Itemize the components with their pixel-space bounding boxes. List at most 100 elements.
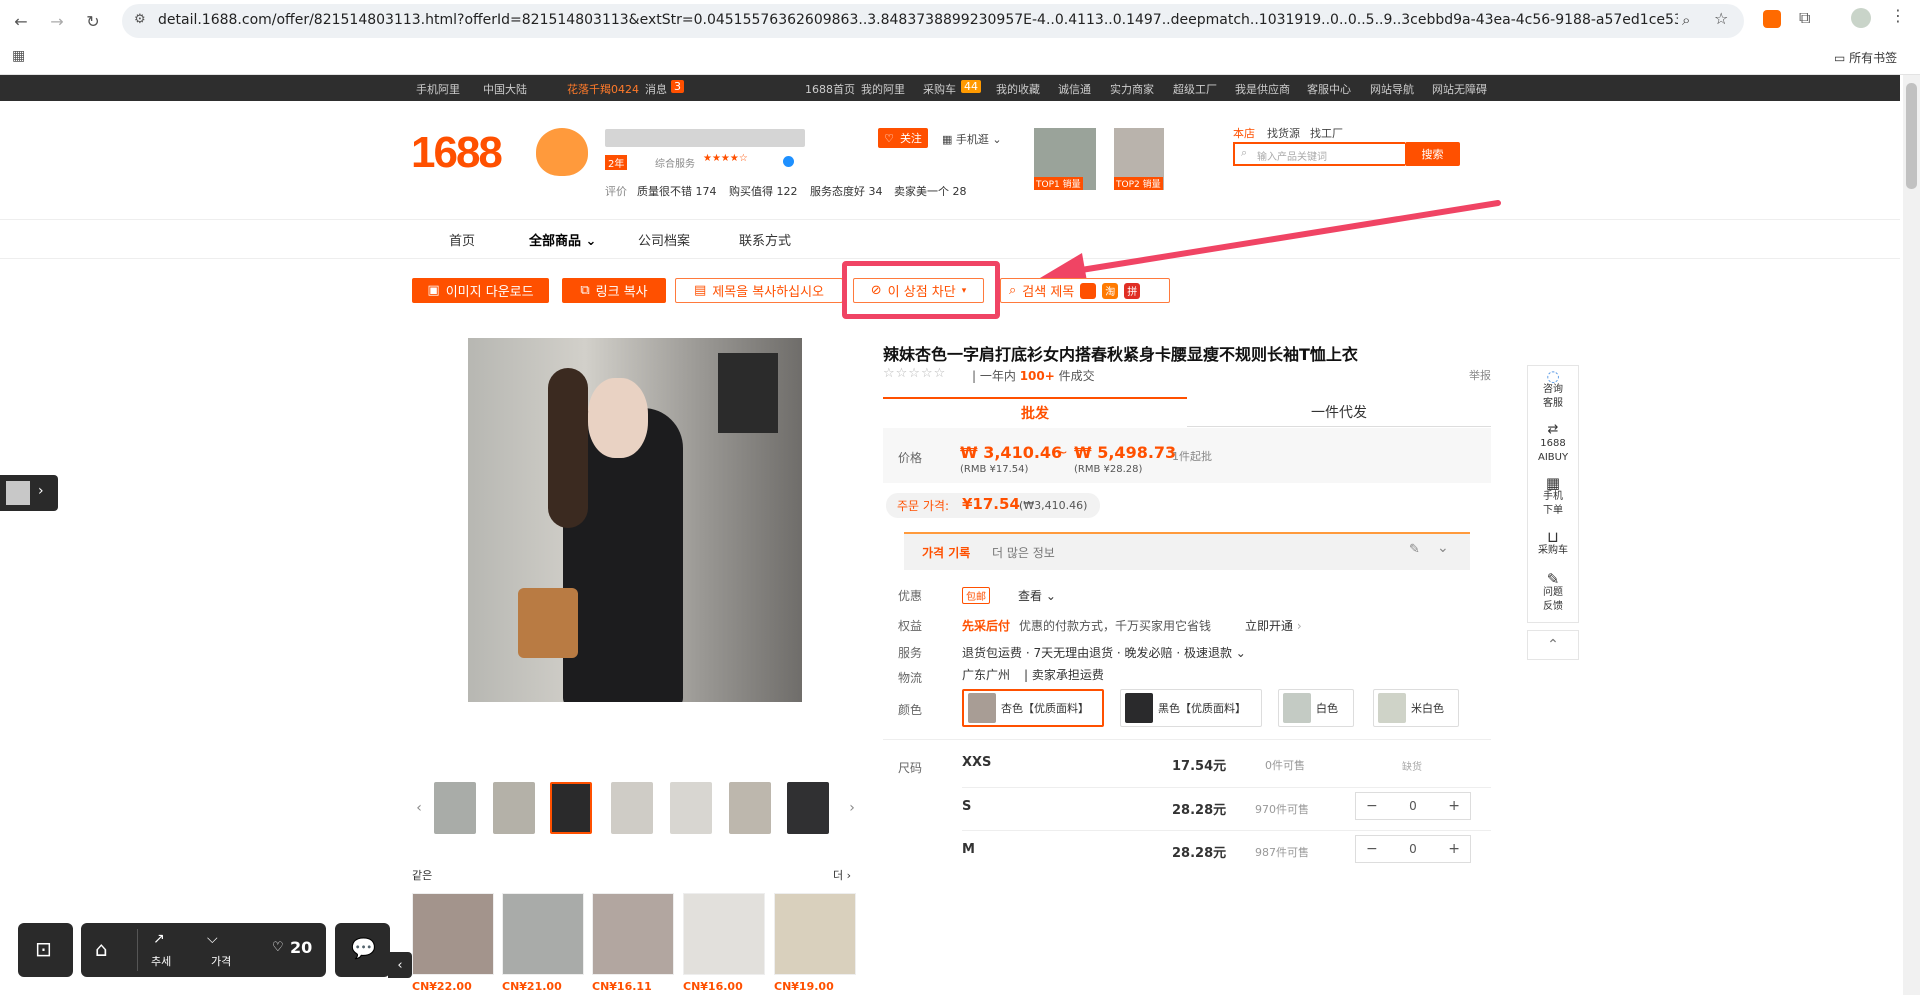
topbar-mobile[interactable]: 手机阿里 [416, 81, 460, 97]
color-option-apricot[interactable]: 杏色【优质面料】 [962, 689, 1104, 727]
price-history-bar[interactable]: 가격 기록 더 많은 정보 ✎ ⌄ [904, 532, 1470, 570]
topbar-user[interactable]: 花落千羯0424 [567, 81, 639, 97]
sidebar-customer-service[interactable]: ◌ 咨询客服 [1530, 369, 1576, 411]
minus-icon[interactable]: − [1366, 841, 1378, 857]
sidebar-cart[interactable]: ⊔ 采购车 [1530, 530, 1576, 558]
search-title-button[interactable]: ⌕ 검색 제목 淘 拼 [1000, 278, 1170, 303]
thumbnail-1[interactable] [434, 782, 476, 834]
topbar-merchants[interactable]: 实力商家 [1110, 81, 1154, 97]
scrollbar-thumb[interactable] [1906, 83, 1917, 189]
all-bookmarks[interactable]: ▭ 所有书签 [1834, 49, 1897, 66]
quantity-stepper[interactable]: − 0 + [1355, 792, 1471, 820]
plus-icon[interactable]: + [1448, 798, 1460, 814]
topbar-messages[interactable]: 消息 [645, 81, 667, 97]
thumbnail-7[interactable] [787, 782, 829, 834]
topbar-trustpass[interactable]: 诚信通 [1058, 81, 1091, 97]
quantity-stepper[interactable]: − 0 + [1355, 835, 1471, 863]
1688-icon[interactable] [1080, 282, 1097, 299]
taobao-icon[interactable]: 淘 [1102, 282, 1119, 299]
main-product-image[interactable] [468, 338, 802, 702]
profile-avatar[interactable] [1851, 8, 1871, 28]
extension-icon[interactable] [1763, 10, 1781, 28]
thumbnail-2[interactable] [493, 782, 535, 834]
thumbnail-3[interactable] [550, 782, 592, 834]
back-icon[interactable]: ← [8, 8, 34, 34]
zoom-icon[interactable]: ⌕ [1682, 11, 1690, 29]
report-link[interactable]: 举报 [1469, 367, 1491, 383]
tab-dropship[interactable]: 一件代发 [1187, 397, 1491, 427]
topbar-favorites[interactable]: 我的收藏 [996, 81, 1040, 97]
search-box[interactable]: ⌕ 输入产品关键词 ⌼ [1233, 142, 1418, 166]
site-info-icon[interactable]: ⚙ [134, 12, 146, 27]
chevron-left-icon[interactable]: ‹ [388, 952, 412, 978]
discount-view[interactable]: 查看 ⌄ [1018, 587, 1056, 604]
address-bar[interactable]: ⚙ detail.1688.com/offer/821514803113.htm… [122, 4, 1744, 38]
top1-product-image[interactable]: TOP1 销量 [1034, 128, 1096, 190]
top2-product-image[interactable]: TOP2 销量 [1114, 128, 1164, 190]
color-option-ivory[interactable]: 米白色 [1373, 689, 1459, 727]
search-button[interactable]: 搜索 [1405, 142, 1460, 166]
quantity-value[interactable]: 0 [1409, 842, 1417, 856]
heart-icon[interactable]: ♡ [272, 940, 284, 955]
trend-icon[interactable]: ↗ [153, 931, 165, 947]
extensions-puzzle-icon[interactable]: ⧉ [1799, 8, 1810, 28]
similar-item-5[interactable] [774, 893, 856, 975]
nav-home[interactable]: 首页 [449, 230, 475, 249]
tab-wholesale[interactable]: 批发 [883, 397, 1187, 427]
follow-button[interactable]: ♡ 关注 [878, 128, 928, 148]
topbar-accessibility[interactable]: 网站无障碍 [1432, 81, 1487, 97]
topbar-my-ali[interactable]: 我的阿里 [861, 81, 905, 97]
similar-item-2[interactable] [502, 893, 584, 975]
service-text[interactable]: 退货包运费 · 7天无理由退货 · 晚发必赔 · 极速退款 ⌄ [962, 644, 1246, 661]
bookmark-star-icon[interactable]: ☆ [1714, 9, 1728, 28]
search-input[interactable]: 输入产品关键词 [1257, 148, 1327, 163]
pinduoduo-icon[interactable]: 拼 [1124, 282, 1141, 299]
forward-icon[interactable]: → [44, 8, 70, 34]
thumbs-next-icon[interactable]: › [845, 782, 859, 834]
site-logo[interactable]: 1688 [411, 128, 503, 178]
copy-title-button[interactable]: ▤ 제목을 복사하십시오 [675, 278, 843, 303]
bottom-chat-button[interactable]: 💬 [335, 923, 390, 977]
price-icon[interactable]: ⌵ [207, 931, 218, 947]
rights-open-link[interactable]: 立即开通 › [1245, 617, 1302, 634]
block-store-button[interactable]: ⊘ 이 상점 차단 ▾ [853, 278, 984, 303]
topbar-home[interactable]: 1688首页 [805, 81, 855, 97]
minus-icon[interactable]: − [1366, 798, 1378, 814]
quantity-value[interactable]: 0 [1409, 799, 1417, 813]
thumbs-prev-icon[interactable]: ‹ [412, 782, 426, 834]
topbar-supplier[interactable]: 我是供应商 [1235, 81, 1290, 97]
topbar-cart[interactable]: 采购车 [923, 81, 956, 97]
image-download-button[interactable]: ▣ 이미지 다운로드 [412, 278, 549, 303]
search-tab-factory[interactable]: 找工厂 [1310, 125, 1343, 141]
topbar-service[interactable]: 客服中心 [1307, 81, 1351, 97]
search-tab-source[interactable]: 找货源 [1267, 125, 1300, 141]
topbar-sitemap[interactable]: 网站导航 [1370, 81, 1414, 97]
topbar-region[interactable]: 中国大陆 [483, 81, 527, 97]
thumbnail-5[interactable] [670, 782, 712, 834]
copy-link-button[interactable]: ⧉ 링크 복사 [562, 278, 666, 303]
similar-more[interactable]: 더 › [833, 867, 851, 883]
page-scrollbar[interactable] [1903, 75, 1920, 995]
sidebar-mobile-order[interactable]: ▦ 手机下单 [1530, 476, 1576, 518]
nav-all-products[interactable]: 全部商品 ⌄ [529, 230, 596, 249]
sidebar-aibuy[interactable]: ⇄ 1688 AIBUY [1530, 423, 1576, 465]
search-tab-this-shop[interactable]: 本店 [1233, 125, 1255, 141]
chevron-down-icon[interactable]: ⌄ [1437, 540, 1449, 556]
bottom-bag-button[interactable]: ⊡ [18, 923, 73, 977]
nav-contact[interactable]: 联系方式 [739, 230, 791, 249]
similar-item-3[interactable] [592, 893, 674, 975]
left-floating-tab[interactable]: › [0, 475, 58, 511]
similar-item-1[interactable] [412, 893, 494, 975]
plus-icon[interactable]: + [1448, 841, 1460, 857]
nav-company[interactable]: 公司档案 [638, 230, 690, 249]
apps-grid-icon[interactable]: ▦ [12, 48, 25, 64]
color-option-white[interactable]: 白色 [1278, 689, 1354, 727]
thumbnail-6[interactable] [729, 782, 771, 834]
color-option-black[interactable]: 黑色【优质面料】 [1120, 689, 1262, 727]
sidebar-feedback[interactable]: ✎ 问题反馈 [1530, 572, 1576, 614]
price-label-bottom[interactable]: 가격 [211, 953, 231, 969]
edit-icon[interactable]: ✎ [1409, 542, 1420, 557]
collapse-icon[interactable]: ⌂ [95, 937, 108, 961]
reload-icon[interactable]: ↻ [80, 8, 106, 34]
back-to-top-icon[interactable]: ⌃ [1527, 630, 1579, 660]
